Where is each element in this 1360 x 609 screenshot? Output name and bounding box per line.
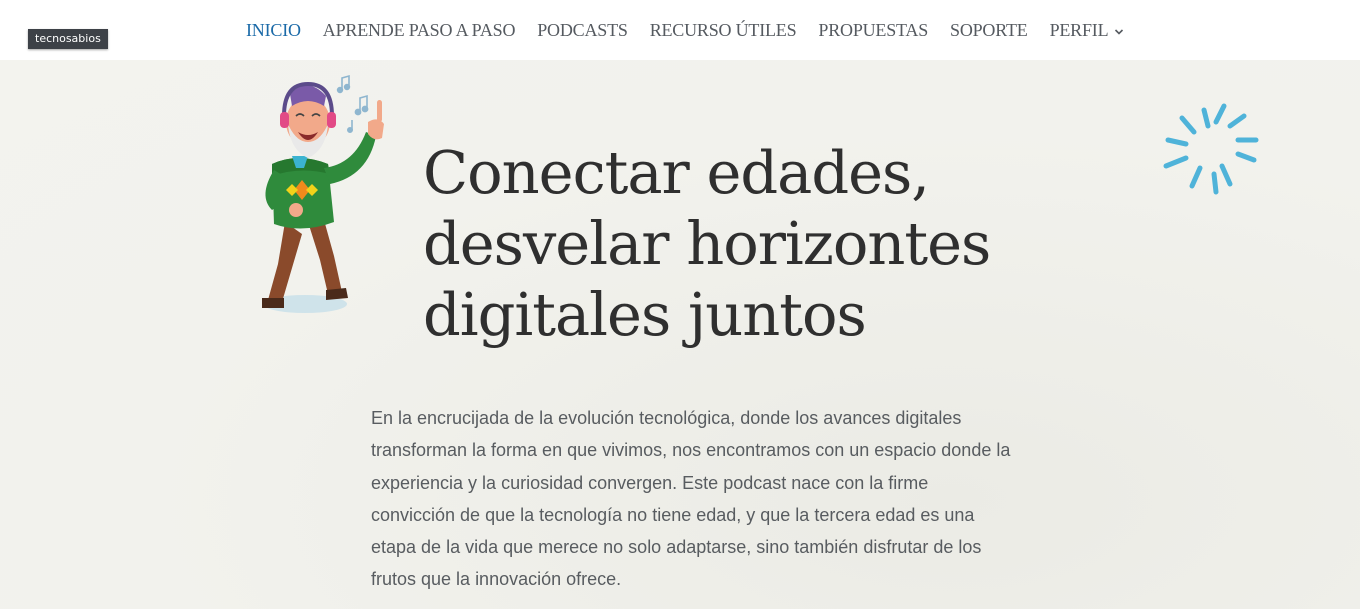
top-navigation-bar: tecnosabios INICIO APRENDE PASO A PASO P… [0, 0, 1360, 60]
intro-line: convicción de que la tecnología no tiene… [371, 504, 975, 525]
dancing-grandfather-illustration [262, 74, 384, 313]
nav-item-propuestas[interactable]: PROPUESTAS [818, 20, 928, 41]
hero-headline: Conectar edades, desvelar horizontes dig… [423, 137, 1063, 350]
intro-line: etapa de la vida que merece no solo adap… [371, 537, 982, 558]
nav-item-recurso-utiles[interactable]: RECURSO ÚTILES [650, 20, 797, 41]
nav-item-perfil[interactable]: PERFIL [1050, 20, 1125, 41]
nav-item-perfil-label: PERFIL [1049, 19, 1109, 40]
intro-line: transforman la forma en que vivimos, nos… [371, 440, 1011, 461]
nav-item-soporte[interactable]: SOPORTE [950, 20, 1028, 41]
nav-item-inicio[interactable]: INICIO [246, 20, 301, 41]
nav-item-podcasts[interactable]: PODCASTS [537, 20, 628, 41]
intro-line: frutos que la innovación ofrece. [371, 569, 622, 590]
intro-line: En la encrucijada de la evolución tecnol… [371, 408, 962, 428]
site-logo[interactable]: tecnosabios [28, 29, 108, 49]
main-menu: INICIO APRENDE PASO A PASO PODCASTS RECU… [246, 0, 1124, 60]
nav-item-aprende-paso-a-paso[interactable]: APRENDE PASO A PASO [323, 20, 516, 41]
hero-intro-paragraph: En la encrucijada de la evolución tecnol… [371, 402, 1091, 596]
headline-line: digitales juntos [423, 280, 867, 349]
headline-line: desvelar horizontes [423, 209, 991, 278]
chevron-down-icon [1114, 20, 1124, 41]
intro-line: experiencia y la curiosidad convergen. E… [371, 472, 929, 493]
headline-line: Conectar edades, [423, 138, 930, 207]
sparkle-burst-icon [1163, 103, 1259, 195]
